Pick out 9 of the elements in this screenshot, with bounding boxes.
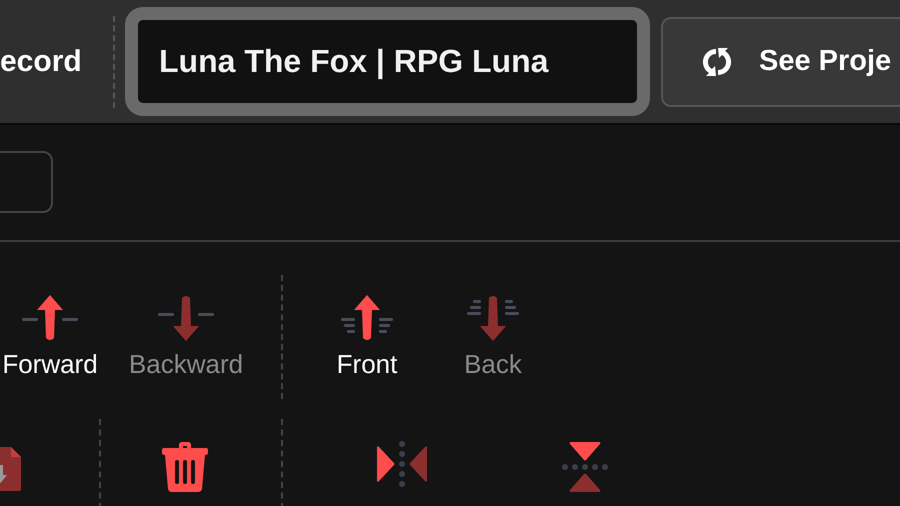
down-arrow-icon bbox=[156, 293, 216, 343]
title-field[interactable]: Luna The Fox | RPG Luna bbox=[125, 7, 650, 116]
flip-horizontal-icon[interactable] bbox=[376, 441, 428, 487]
trash-icon[interactable] bbox=[160, 441, 210, 493]
see-project-button[interactable]: See Proje bbox=[661, 16, 900, 106]
front-button[interactable]: Front bbox=[283, 275, 451, 380]
flip-vertical-icon[interactable] bbox=[561, 441, 609, 493]
up-arrow-icon bbox=[20, 293, 80, 343]
forward-button[interactable]: Forward bbox=[0, 275, 118, 380]
